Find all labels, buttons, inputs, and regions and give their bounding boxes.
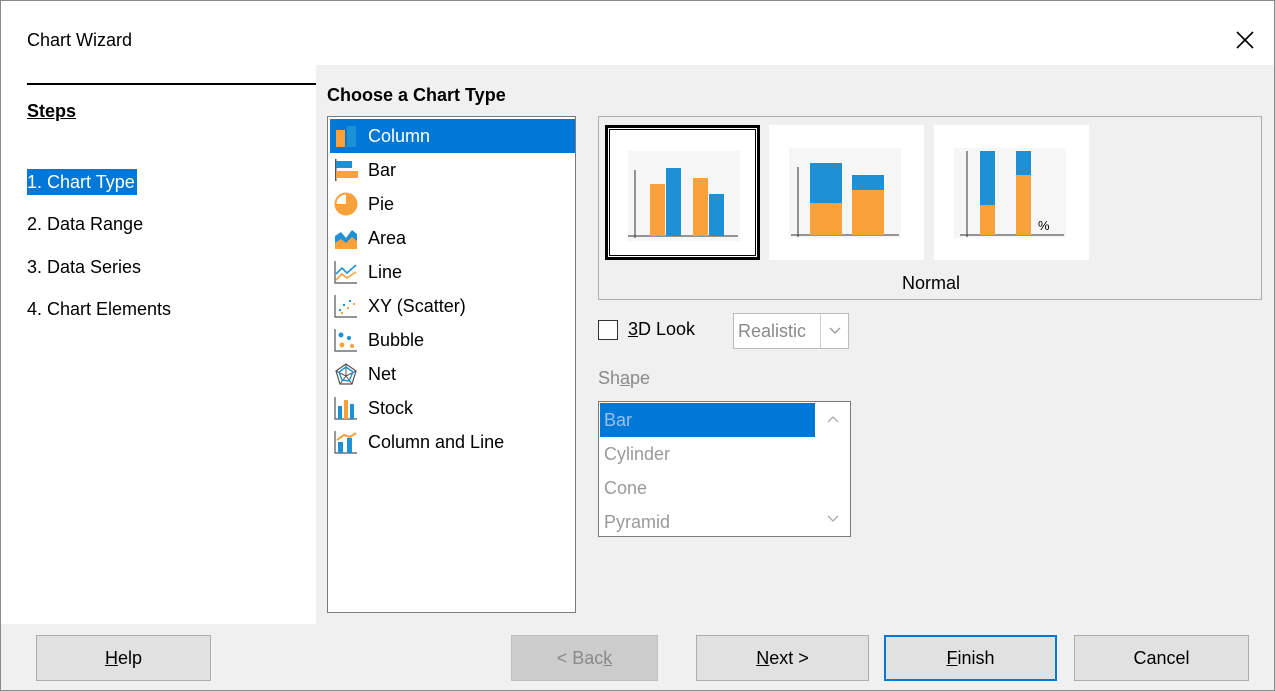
- chart-type-label: Bubble: [368, 329, 425, 350]
- step-data-series[interactable]: 3. Data Series: [27, 254, 141, 280]
- title-bar: Chart Wizard: [1, 1, 1274, 65]
- scroll-down-button[interactable]: [816, 502, 850, 536]
- chart-type-line[interactable]: Line: [330, 255, 575, 289]
- chart-type-label: Area: [368, 227, 407, 248]
- shape-list[interactable]: Bar Cylinder Cone Pyramid: [598, 401, 851, 537]
- step-chart-elements[interactable]: 4. Chart Elements: [27, 296, 171, 322]
- variant-stacked[interactable]: [769, 125, 924, 260]
- back-label: < Bac: [556, 647, 604, 668]
- pie-chart-icon: [334, 192, 358, 216]
- step-chart-type[interactable]: 1. Chart Type: [27, 169, 137, 195]
- shape-item-cone[interactable]: Cone: [600, 471, 815, 505]
- step-data-range[interactable]: 2. Data Range: [27, 211, 143, 237]
- shape-item-cylinder[interactable]: Cylinder: [600, 437, 815, 471]
- stock-chart-icon: [334, 397, 357, 420]
- chart-type-column-and-line[interactable]: Column and Line: [330, 425, 575, 459]
- area-chart-icon: [335, 230, 357, 249]
- shape-label-pre: Sh: [598, 368, 621, 388]
- back-mnemonic: k: [603, 647, 613, 668]
- finish-button[interactable]: Finish: [884, 635, 1057, 681]
- chart-type-bar[interactable]: Bar: [330, 153, 575, 187]
- column-normal-preview: [628, 151, 740, 241]
- bubble-chart-icon: [334, 329, 357, 352]
- back-button[interactable]: < Bac k: [511, 635, 658, 681]
- finish-mnemonic: F: [946, 647, 958, 668]
- column-stacked-preview: [789, 148, 901, 238]
- close-icon: [1236, 31, 1254, 49]
- scroll-up-button[interactable]: [816, 402, 850, 436]
- shape-label-post: pe: [630, 368, 651, 388]
- chevron-down-icon: [827, 515, 839, 522]
- 3d-look-label[interactable]: 3D Look: [628, 319, 695, 340]
- variant-percent-stacked[interactable]: %: [934, 125, 1089, 260]
- chevron-up-icon: [827, 416, 839, 423]
- help-button[interactable]: Help: [36, 635, 211, 681]
- content-title: Choose a Chart Type: [327, 85, 506, 105]
- chart-type-list[interactable]: Column Bar Pie Area Line XY (Scatter) Bu…: [327, 116, 576, 613]
- next-label: ext >: [769, 647, 809, 668]
- shape-label: Shape: [598, 368, 650, 389]
- chart-type-label: Column: [368, 125, 431, 146]
- 3d-style-value: Realistic: [738, 321, 807, 341]
- chart-wizard-dialog: Chart Wizard Steps 1. Chart Type 2. Data…: [0, 0, 1275, 691]
- line-chart-icon: [334, 261, 357, 284]
- shape-label-mnemonic: a: [620, 368, 631, 388]
- chart-variant-panel: % Normal: [598, 116, 1262, 300]
- next-button[interactable]: Next >: [696, 635, 869, 681]
- chart-type-label: Stock: [368, 397, 414, 418]
- column-chart-icon: [336, 126, 356, 147]
- net-chart-icon: [335, 363, 357, 385]
- variant-label: Normal: [901, 273, 960, 293]
- 3d-style-dropdown[interactable]: Realistic: [733, 313, 849, 349]
- 3d-look-checkbox[interactable]: [598, 320, 618, 340]
- chart-type-label: Line: [368, 261, 403, 282]
- next-mnemonic: N: [756, 647, 770, 668]
- chart-type-net[interactable]: Net: [330, 357, 575, 391]
- chart-type-bubble[interactable]: Bubble: [330, 323, 575, 357]
- 3d-look-mnemonic: 3: [628, 319, 639, 339]
- chart-type-label: Column and Line: [368, 431, 505, 452]
- 3d-look-label-text: D Look: [638, 319, 696, 339]
- column-and-line-chart-icon: [334, 431, 357, 454]
- cancel-button[interactable]: Cancel: [1074, 635, 1249, 681]
- steps-divider: [27, 83, 316, 85]
- chevron-down-icon: [829, 327, 840, 334]
- column-percent-stacked-preview: %: [954, 148, 1066, 238]
- chart-type-label: Net: [368, 363, 397, 384]
- shape-item-bar[interactable]: Bar: [600, 403, 815, 437]
- bar-chart-icon: [335, 159, 358, 181]
- finish-label: inish: [957, 647, 995, 668]
- chart-type-pie[interactable]: Pie: [330, 187, 575, 221]
- shape-item-pyramid[interactable]: Pyramid: [600, 505, 815, 536]
- percent-symbol: %: [1038, 218, 1050, 233]
- chart-type-xy-scatter[interactable]: XY (Scatter): [330, 289, 575, 323]
- chart-type-column[interactable]: Column: [330, 119, 575, 153]
- steps-pane: Steps 1. Chart Type 2. Data Range 3. Dat…: [1, 65, 316, 624]
- variant-normal[interactable]: [605, 125, 760, 260]
- window-title: Chart Wizard: [27, 30, 133, 50]
- scatter-chart-icon: [334, 295, 357, 318]
- help-label: elp: [117, 647, 143, 668]
- chart-type-label: Bar: [368, 159, 397, 180]
- chart-type-label: Pie: [368, 193, 395, 214]
- dropdown-button[interactable]: [820, 314, 848, 348]
- steps-title: Steps: [27, 101, 77, 121]
- help-mnemonic: H: [104, 647, 118, 668]
- chart-type-label: XY (Scatter): [368, 295, 466, 316]
- close-button[interactable]: [1216, 15, 1274, 65]
- chart-type-stock[interactable]: Stock: [330, 391, 575, 425]
- chart-type-area[interactable]: Area: [330, 221, 575, 255]
- shape-list-scrollbar[interactable]: [816, 402, 850, 536]
